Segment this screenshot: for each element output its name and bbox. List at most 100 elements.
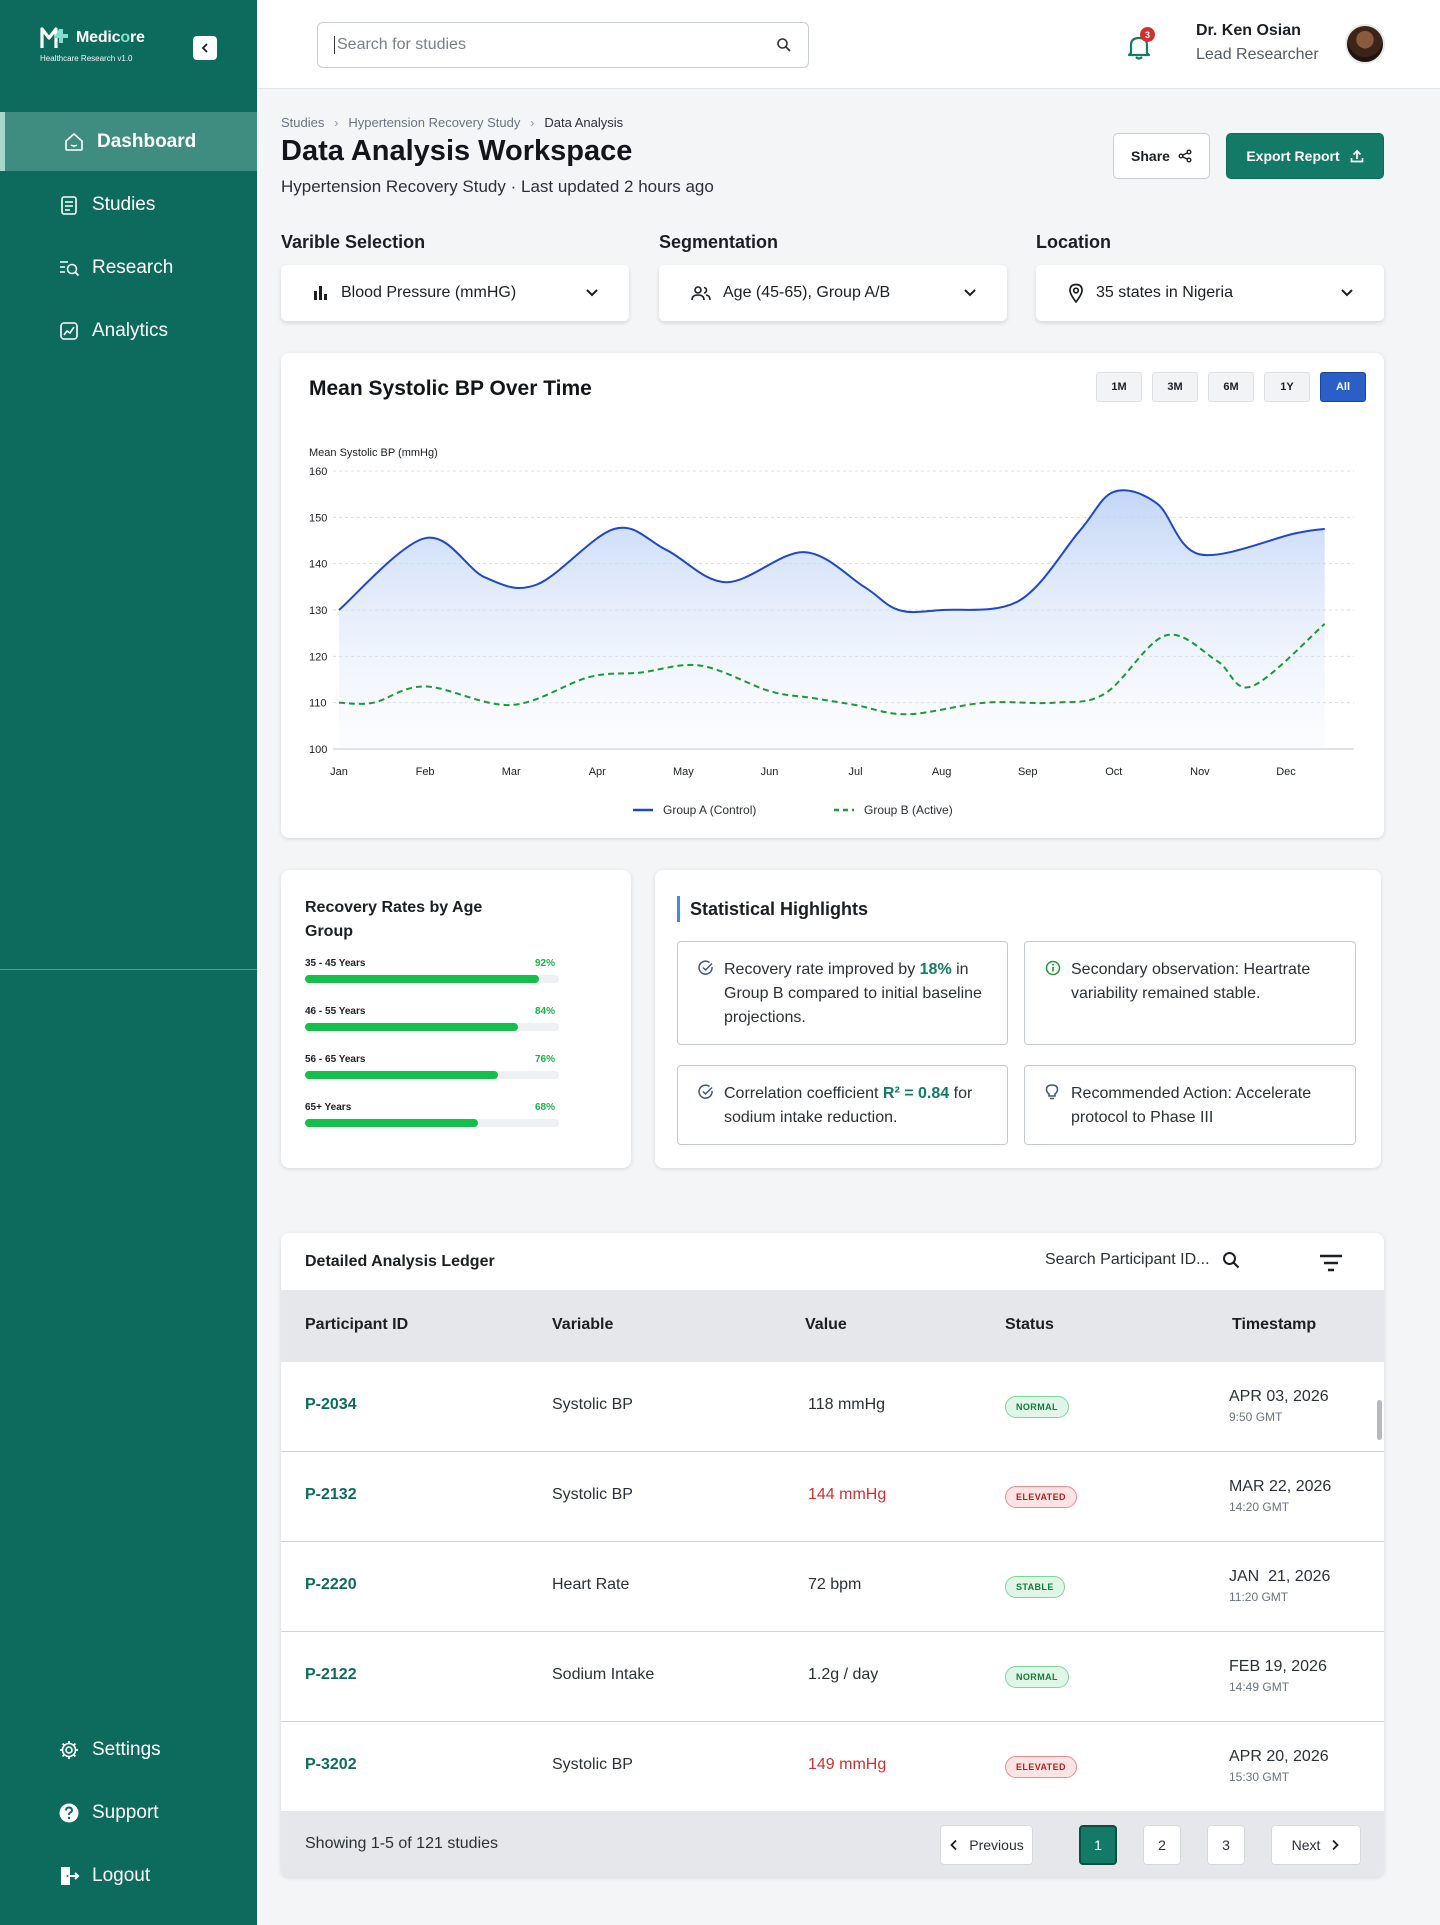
range-button-1y[interactable]: 1Y	[1264, 372, 1310, 402]
sidebar-item-logout[interactable]: Logout	[0, 1846, 257, 1905]
next-page-button[interactable]: Next	[1271, 1825, 1361, 1865]
timestamp-date: APR 03, 2026	[1229, 1388, 1329, 1405]
range-button-6m[interactable]: 6M	[1208, 372, 1254, 402]
table-row[interactable]: P-3202 Systolic BP 149 mmHg ELEVATED APR…	[281, 1722, 1384, 1812]
y-tick-label: 110	[309, 698, 327, 710]
x-tick-label: Jan	[330, 766, 348, 778]
x-tick-label: Dec	[1276, 766, 1296, 778]
column-header[interactable]: Value	[805, 1316, 847, 1334]
x-tick-label: Jun	[761, 766, 779, 778]
share-icon	[1178, 149, 1192, 163]
search-icon[interactable]	[776, 37, 792, 53]
user-info[interactable]: Dr. Ken Osian Lead Researcher	[1196, 22, 1319, 64]
search-icon[interactable]	[1222, 1251, 1240, 1269]
sidebar-item-studies[interactable]: Studies	[0, 175, 257, 234]
stat-secondary-observation: Secondary observation: Heartrate variabi…	[1024, 941, 1356, 1045]
breadcrumb-studies[interactable]: Studies	[281, 115, 324, 130]
brand-name: Medicore	[76, 29, 145, 46]
progress-track	[305, 1023, 559, 1031]
page-button-1[interactable]: 1	[1079, 1825, 1117, 1865]
range-button-1m[interactable]: 1M	[1096, 372, 1142, 402]
column-header[interactable]: Timestamp	[1232, 1316, 1316, 1334]
user-name: Dr. Ken Osian	[1196, 22, 1301, 39]
breadcrumb-study[interactable]: Hypertension Recovery Study	[348, 115, 520, 130]
y-tick-label: 150	[309, 512, 327, 524]
participant-id[interactable]: P-2122	[305, 1666, 357, 1684]
value-cell: 1.2g / day	[808, 1666, 879, 1683]
table-row[interactable]: P-2034 Systolic BP 118 mmHg NORMAL APR 0…	[281, 1362, 1384, 1452]
column-header[interactable]: Status	[1005, 1316, 1054, 1334]
location-select-value: 35 states in Nigeria	[1096, 284, 1233, 301]
page-button-3[interactable]: 3	[1207, 1825, 1245, 1865]
location-select[interactable]: 35 states in Nigeria	[1036, 265, 1384, 321]
y-tick-label: 120	[309, 651, 327, 663]
time-range-selector: 1M 3M 6M 1Y All	[1096, 372, 1366, 402]
timestamp-time: 14:20 GMT	[1229, 1500, 1290, 1514]
chevron-left-icon	[950, 1839, 957, 1851]
previous-page-button[interactable]: Previous	[940, 1825, 1033, 1865]
column-header[interactable]: Variable	[552, 1316, 613, 1334]
sidebar-divider	[0, 969, 257, 970]
sidebar: Medicore Healthcare Research v1.0 Dashbo…	[0, 0, 257, 1925]
timestamp-time: 11:20 GMT	[1229, 1590, 1289, 1604]
x-tick-label: Oct	[1105, 766, 1122, 778]
page-title: Data Analysis Workspace	[281, 135, 633, 167]
table-scrollbar[interactable]	[1377, 1400, 1382, 1440]
stat-highlight: 18%	[919, 961, 952, 978]
chevron-left-icon	[201, 43, 208, 53]
range-button-all[interactable]: All	[1320, 372, 1366, 402]
y-tick-label: 140	[309, 559, 327, 571]
range-button-3m[interactable]: 3M	[1152, 372, 1198, 402]
x-tick-label: May	[673, 766, 694, 778]
brand-subtitle: Healthcare Research v1.0	[40, 54, 133, 63]
variable-cell: Systolic BP	[552, 1396, 633, 1413]
variable-cell: Heart Rate	[552, 1576, 630, 1593]
export-report-button[interactable]: Export Report	[1226, 133, 1384, 179]
column-header[interactable]: Participant ID	[305, 1316, 408, 1334]
timestamp-cell: APR 03, 2026 9:50 GMT	[1229, 1388, 1329, 1424]
timestamp-date: MAR 22, 2026	[1229, 1478, 1332, 1495]
age-row-label: 56 - 65 Years	[305, 1054, 366, 1065]
sidebar-item-research[interactable]: Research	[0, 238, 257, 297]
page-button-2[interactable]: 2	[1143, 1825, 1181, 1865]
participant-search-input[interactable]: Search Participant ID...	[1045, 1251, 1240, 1269]
avatar[interactable]	[1345, 24, 1385, 64]
breadcrumb-current: Data Analysis	[544, 115, 624, 130]
stat-text: Secondary observation: Heartrate variabi…	[1071, 961, 1311, 1002]
progress-fill	[305, 975, 539, 983]
participant-id[interactable]: P-2220	[305, 1576, 357, 1594]
timestamp-time: 14:49 GMT	[1229, 1680, 1290, 1694]
sidebar-item-settings[interactable]: Settings	[0, 1720, 257, 1779]
segmentation-select[interactable]: Age (45-65), Group A/B	[659, 265, 1007, 321]
participant-id[interactable]: P-2132	[305, 1486, 357, 1504]
legend-label: Group B (Active)	[864, 803, 953, 817]
timestamp-time: 15:30 GMT	[1229, 1770, 1290, 1784]
age-row-label: 65+ Years	[305, 1102, 352, 1113]
notifications-button[interactable]: 3	[1125, 27, 1155, 62]
age-card-title: Recovery Rates by Age Group	[305, 899, 483, 940]
study-search-input[interactable]: Search for studies	[317, 22, 809, 68]
stat-recovery-rate: Recovery rate improved by 18% in Group B…	[677, 941, 1008, 1045]
chevron-down-icon	[586, 289, 598, 297]
share-button[interactable]: Share	[1113, 133, 1210, 179]
status-badge: STABLE	[1005, 1576, 1065, 1598]
chevron-down-icon	[964, 289, 976, 297]
status-badge: ELEVATED	[1005, 1756, 1077, 1778]
segmentation-label: Segmentation	[659, 232, 779, 252]
sidebar-item-analytics[interactable]: Analytics	[0, 301, 257, 360]
sidebar-item-label: Support	[92, 1801, 159, 1823]
filter-icon[interactable]	[1318, 1253, 1344, 1273]
participant-id[interactable]: P-3202	[305, 1756, 357, 1774]
sidebar-item-dashboard[interactable]: Dashboard	[0, 112, 257, 171]
progress-fill	[305, 1023, 519, 1031]
variable-select[interactable]: Blood Pressure (mmHG)	[281, 265, 629, 321]
chevron-right-icon	[1332, 1839, 1340, 1851]
sidebar-item-support[interactable]: Support	[0, 1783, 257, 1842]
table-row[interactable]: P-2220 Heart Rate 72 bpm STABLE JAN 21, …	[281, 1542, 1384, 1632]
participant-id[interactable]: P-2034	[305, 1396, 357, 1414]
collapse-sidebar-button[interactable]	[193, 36, 217, 60]
table-row[interactable]: P-2122 Sodium Intake 1.2g / day NORMAL F…	[281, 1632, 1384, 1722]
table-row[interactable]: P-2132 Systolic BP 144 mmHg ELEVATED MAR…	[281, 1452, 1384, 1542]
stat-text: Recommended Action: Accelerate protocol …	[1071, 1085, 1312, 1126]
sidebar-item-label: Studies	[92, 193, 156, 215]
